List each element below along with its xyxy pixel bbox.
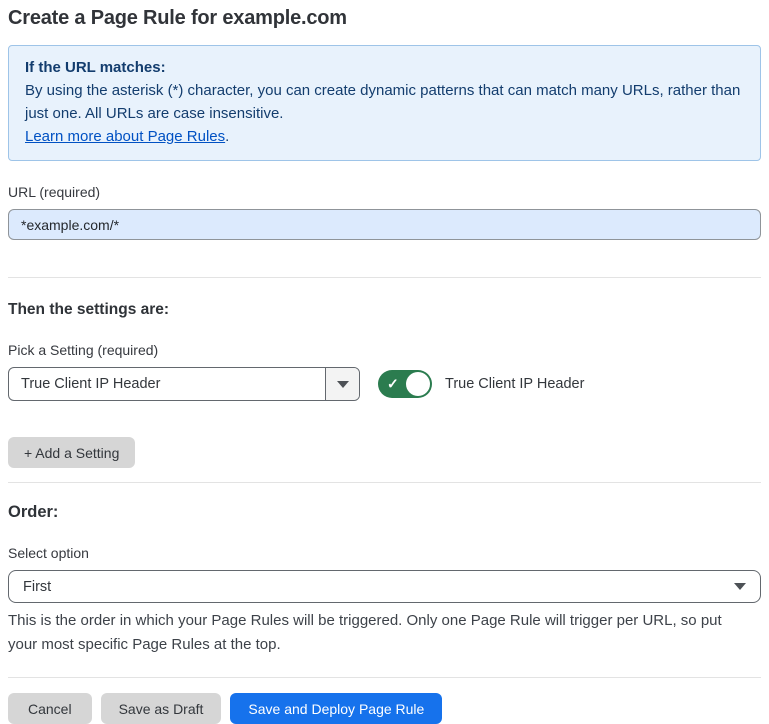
- setting-select-arrow-button[interactable]: [325, 368, 359, 400]
- info-box-link-line: Learn more about Page Rules.: [25, 125, 744, 148]
- info-box-body: By using the asterisk (*) character, you…: [25, 79, 744, 125]
- footer-actions: Cancel Save as Draft Save and Deploy Pag…: [8, 693, 761, 724]
- save-and-deploy-button[interactable]: Save and Deploy Page Rule: [230, 693, 442, 724]
- link-suffix: .: [225, 128, 229, 145]
- page-rule-form: Create a Page Rule for example.com If th…: [0, 0, 769, 724]
- order-select[interactable]: First: [8, 570, 761, 603]
- toggle-label: True Client IP Header: [445, 376, 584, 392]
- setting-select-value: True Client IP Header: [9, 368, 325, 400]
- setting-select[interactable]: True Client IP Header: [8, 367, 360, 401]
- page-title: Create a Page Rule for example.com: [8, 0, 761, 30]
- url-match-info-box: If the URL matches: By using the asteris…: [8, 45, 761, 161]
- cancel-button[interactable]: Cancel: [8, 693, 92, 724]
- info-box-heading: If the URL matches:: [25, 56, 744, 79]
- url-field-label: URL (required): [8, 184, 761, 200]
- settings-section-heading: Then the settings are:: [8, 278, 761, 319]
- true-client-ip-toggle[interactable]: ✓: [378, 370, 432, 398]
- order-helper-text: This is the order in which your Page Rul…: [8, 609, 753, 657]
- learn-more-link[interactable]: Learn more about Page Rules: [25, 128, 225, 145]
- footer-divider: [8, 677, 761, 678]
- chevron-down-icon: [337, 381, 349, 388]
- setting-row: True Client IP Header ✓ True Client IP H…: [8, 367, 761, 401]
- chevron-down-icon: [734, 583, 746, 590]
- select-option-label: Select option: [8, 545, 761, 561]
- toggle-knob: [406, 372, 430, 396]
- add-setting-button[interactable]: + Add a Setting: [8, 437, 135, 468]
- order-select-value: First: [23, 579, 51, 595]
- order-section-heading: Order:: [8, 483, 761, 522]
- url-input[interactable]: [8, 209, 761, 240]
- check-icon: ✓: [387, 377, 399, 391]
- pick-setting-label: Pick a Setting (required): [8, 342, 761, 358]
- save-as-draft-button[interactable]: Save as Draft: [101, 693, 222, 724]
